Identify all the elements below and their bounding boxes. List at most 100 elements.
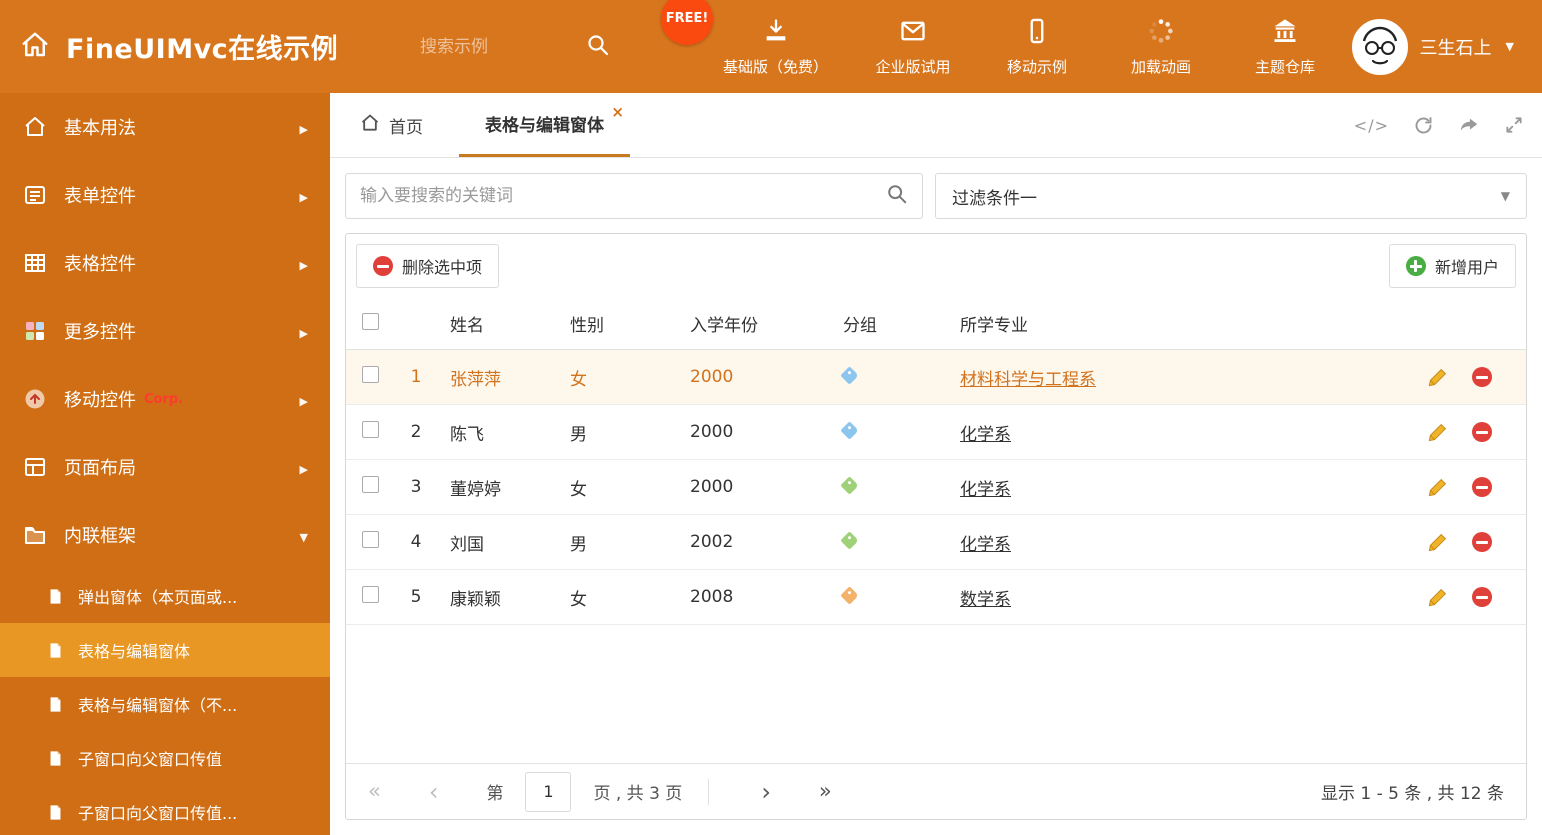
keyword-search-box[interactable] <box>345 173 923 219</box>
grid-toolbar: 删除选中项 新增用户 <box>346 234 1526 298</box>
refresh-icon[interactable] <box>1413 115 1434 136</box>
tab-grid-edit-window[interactable]: 表格与编辑窗体 <box>459 93 630 157</box>
envelope-icon <box>899 17 927 49</box>
main-area: 首页 表格与编辑窗体 × </> 输入要搜索的关键词 过滤条件一 ▼ 删除选中项… <box>330 93 1542 835</box>
add-user-button[interactable]: 新增用户 <box>1388 244 1516 288</box>
page-content: 过滤条件一 删除选中项 新增用户 <box>330 158 1542 835</box>
table-row[interactable]: 1 张萍萍 女 2000 材料科学与工程系 <box>346 350 1526 405</box>
edit-pencil-icon[interactable] <box>1428 587 1448 607</box>
user-name: 三生石上 <box>1419 37 1492 59</box>
bank-icon <box>1271 17 1299 49</box>
row-checkbox[interactable] <box>362 366 379 383</box>
sidebar-item-label: 移动控件 <box>64 390 136 411</box>
edit-pencil-icon[interactable] <box>1428 477 1448 497</box>
nav-item-basic-free[interactable]: FREE! 基础版（免费） <box>661 0 828 77</box>
column-header-group[interactable]: 分组 <box>821 311 946 336</box>
chevron-right-icon <box>300 389 308 410</box>
cell-gender: 女 <box>570 369 587 390</box>
share-icon[interactable] <box>1458 114 1480 136</box>
sidebar-item-label: 表格控件 <box>64 254 136 275</box>
sidebar-item-inline-frame[interactable]: 内联框架 <box>0 501 330 569</box>
pager-divider <box>708 778 710 805</box>
row-number: 3 <box>410 477 422 497</box>
sidebar-item-grid-controls[interactable]: 表格控件 <box>0 229 330 297</box>
edit-pencil-icon[interactable] <box>1428 532 1448 552</box>
sidebar-subitem-label: 表格与编辑窗体（不... <box>78 696 238 715</box>
row-checkbox[interactable] <box>362 476 379 493</box>
file-icon <box>46 587 64 605</box>
major-link[interactable]: 材料科学与工程系 <box>960 370 1096 390</box>
header-nav: FREE! 基础版（免费） 企业版试用 移动示例 加载动画 主题仓库 <box>661 0 1324 77</box>
table-row[interactable]: 4 刘国 男 2002 化学系 <box>346 515 1526 570</box>
column-header-gender[interactable]: 性别 <box>556 311 676 336</box>
code-icon[interactable] <box>1354 116 1389 135</box>
top-header: FineUIMvc在线示例 FREE! 基础版（免费） 企业版试用 <box>0 0 1542 93</box>
sidebar-subitem-label: 子窗口向父窗口传值... <box>78 804 238 823</box>
close-icon[interactable] <box>611 103 624 121</box>
search-icon[interactable] <box>586 33 610 61</box>
user-menu[interactable]: 三生石上 ▼ <box>1351 18 1542 75</box>
delete-selected-button[interactable]: 删除选中项 <box>356 244 500 288</box>
table-row[interactable]: 5 康颖颖 女 2008 数学系 <box>346 570 1526 625</box>
next-page-button[interactable] <box>761 780 771 804</box>
sidebar-item-label: 基本用法 <box>64 118 136 139</box>
last-page-button[interactable] <box>819 781 832 802</box>
column-header-major[interactable]: 所学专业 <box>946 311 1416 336</box>
delete-row-icon[interactable] <box>1472 422 1492 442</box>
prev-page-button[interactable] <box>429 780 439 804</box>
sidebar-item-basic-usage[interactable]: 基本用法 <box>0 93 330 161</box>
tag-icon <box>840 586 859 605</box>
expand-icon[interactable] <box>1504 115 1524 135</box>
add-button-label: 新增用户 <box>1434 258 1499 277</box>
first-page-button[interactable] <box>368 781 381 802</box>
column-header-year[interactable]: 入学年份 <box>676 311 821 336</box>
sidebar-subitem-child-to-parent-alt[interactable]: 子窗口向父窗口传值... <box>0 785 330 835</box>
tab-bar: 首页 表格与编辑窗体 <box>330 93 1542 158</box>
sidebar-item-mobile-controls[interactable]: 移动控件 Corp. <box>0 365 330 433</box>
page-label-prefix: 第 <box>486 784 504 804</box>
tab-home[interactable]: 首页 <box>344 93 439 157</box>
sidebar-subitem-label: 子窗口向父窗口传值 <box>78 750 223 769</box>
major-link[interactable]: 化学系 <box>960 535 1011 555</box>
row-checkbox[interactable] <box>362 586 379 603</box>
sidebar-item-page-layout[interactable]: 页面布局 <box>0 433 330 501</box>
tab-label: 表格与编辑窗体 <box>485 116 604 136</box>
chevron-right-icon <box>300 321 308 342</box>
sidebar-subitem-child-to-parent[interactable]: 子窗口向父窗口传值 <box>0 731 330 785</box>
file-icon <box>46 641 64 659</box>
search-icon[interactable] <box>886 183 908 209</box>
nav-item-loading-animations[interactable]: 加载动画 <box>1122 17 1200 77</box>
column-header-name[interactable]: 姓名 <box>436 311 556 336</box>
form-icon <box>22 182 48 208</box>
keyword-search-input[interactable] <box>360 186 886 206</box>
sidebar-subitem-popup-window[interactable]: 弹出窗体（本页面或... <box>0 569 330 623</box>
plus-circle-icon <box>1405 256 1426 276</box>
major-link[interactable]: 化学系 <box>960 425 1011 445</box>
delete-row-icon[interactable] <box>1472 587 1492 607</box>
nav-item-mobile-demo[interactable]: 移动示例 <box>998 17 1076 77</box>
edit-pencil-icon[interactable] <box>1428 367 1448 387</box>
cell-name: 董婷婷 <box>450 479 501 500</box>
major-link[interactable]: 化学系 <box>960 480 1011 500</box>
delete-row-icon[interactable] <box>1472 367 1492 387</box>
edit-pencil-icon[interactable] <box>1428 422 1448 442</box>
table-row[interactable]: 3 董婷婷 女 2000 化学系 <box>346 460 1526 515</box>
major-link[interactable]: 数学系 <box>960 590 1011 610</box>
delete-row-icon[interactable] <box>1472 532 1492 552</box>
nav-item-theme-repo[interactable]: 主题仓库 <box>1246 17 1324 77</box>
header-search-input[interactable] <box>420 36 560 57</box>
table-row[interactable]: 2 陈飞 男 2000 化学系 <box>346 405 1526 460</box>
header-search[interactable] <box>420 33 635 61</box>
page-number-input[interactable] <box>525 771 572 812</box>
nav-item-enterprise-trial[interactable]: 企业版试用 <box>874 17 952 77</box>
row-checkbox[interactable] <box>362 531 379 548</box>
brand[interactable]: FineUIMvc在线示例 <box>0 27 420 66</box>
filter-dropdown[interactable]: 过滤条件一 <box>935 173 1527 219</box>
select-all-checkbox[interactable] <box>362 312 379 330</box>
sidebar-item-more-controls[interactable]: 更多控件 <box>0 297 330 365</box>
sidebar-subitem-grid-edit-window[interactable]: 表格与编辑窗体 <box>0 623 330 677</box>
sidebar-subitem-grid-edit-window-alt[interactable]: 表格与编辑窗体（不... <box>0 677 330 731</box>
row-checkbox[interactable] <box>362 421 379 438</box>
delete-row-icon[interactable] <box>1472 477 1492 497</box>
sidebar-item-form-controls[interactable]: 表单控件 <box>0 161 330 229</box>
